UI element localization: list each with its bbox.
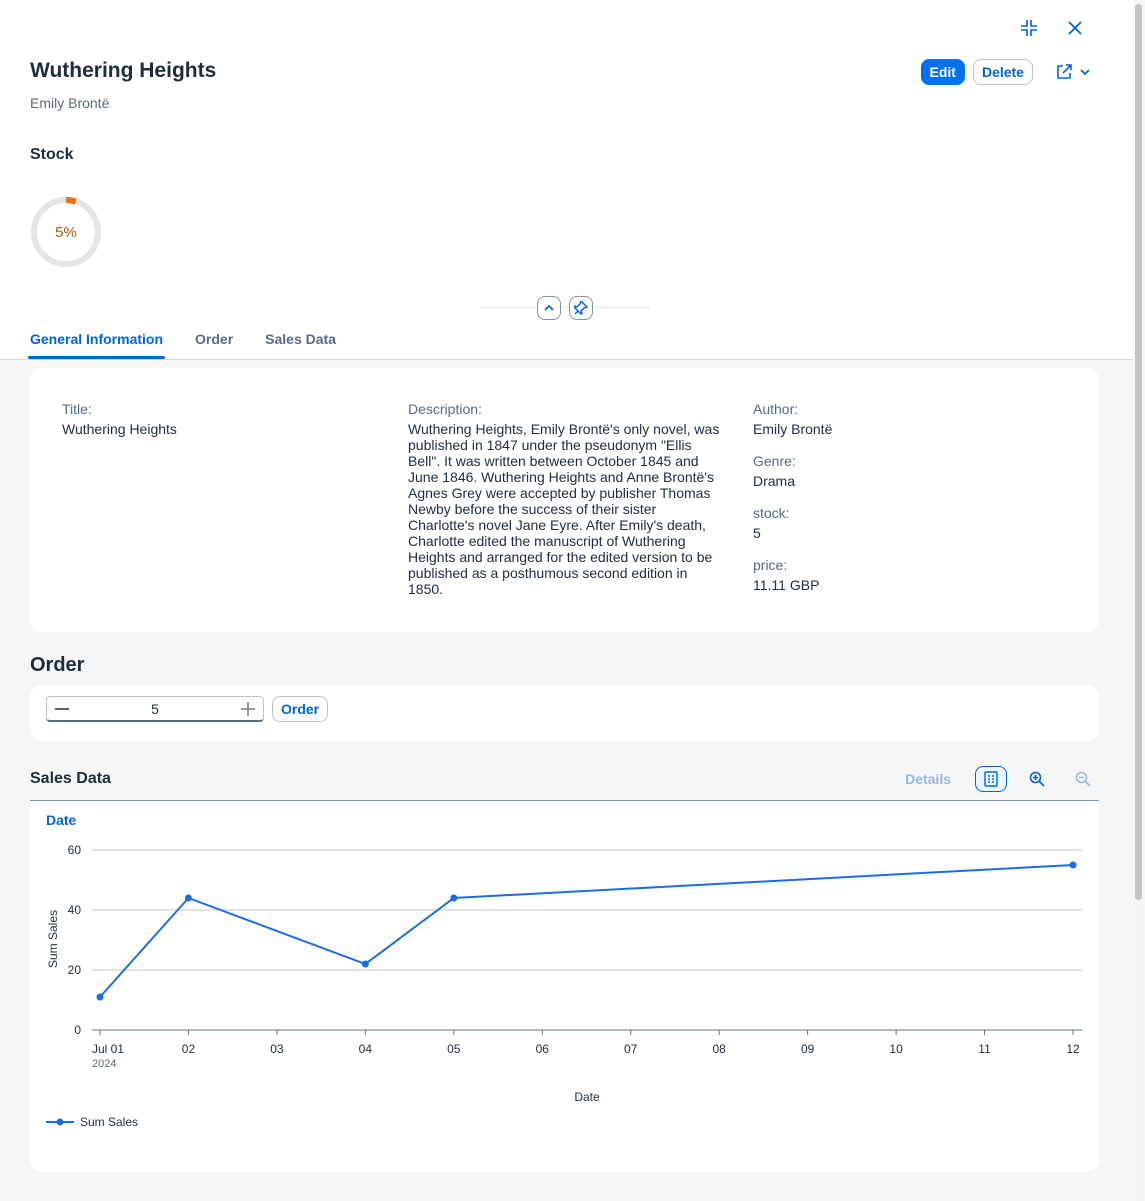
close-icon[interactable] <box>1063 16 1087 40</box>
y-tick-label: 20 <box>68 963 82 977</box>
sales-data-title: Sales Data <box>30 770 111 787</box>
sales-chart-card: Date 0 20 40 60 Jul 01 02 03 04 05 06 07 08 09 10 11 12… <box>30 801 1099 1172</box>
author-value: Emily Brontë <box>753 421 833 437</box>
x-tick-label: 09 <box>801 1042 815 1056</box>
title-field: Title: Wuthering Heights <box>62 401 177 437</box>
x-tick-label: 05 <box>447 1042 461 1056</box>
x-tick-label: 08 <box>713 1042 727 1056</box>
stock-field: stock: 5 <box>753 505 790 541</box>
general-information-card: Title: Wuthering Heights Description: Wu… <box>30 368 1099 632</box>
author-field: Author: Emily Brontë <box>753 401 832 437</box>
zoom-in-icon <box>1029 771 1045 787</box>
price-label: price: <box>753 557 788 573</box>
zoom-out-icon <box>1075 771 1091 787</box>
x-tick-label: 04 <box>359 1042 373 1056</box>
stock-value: 5 <box>753 525 761 541</box>
collapse-header-button[interactable] <box>537 296 561 320</box>
sales-line-chart: 0 20 40 60 Jul 01 02 03 04 05 06 07 08 09 10 11 12 2024 D… <box>46 843 1082 1129</box>
header-collapse-bar <box>480 295 650 320</box>
x-axis-title: Date <box>574 1090 600 1104</box>
delete-button[interactable]: Delete <box>972 59 1033 85</box>
data-point <box>96 993 104 1001</box>
stock-heading: Stock <box>30 146 74 163</box>
x-tick-label: 02 <box>182 1042 196 1056</box>
data-point <box>1069 861 1077 869</box>
minus-icon <box>55 707 69 710</box>
header-actions: Edit Delete <box>920 59 1091 85</box>
x-tick-label: Jul 01 <box>92 1042 124 1056</box>
legend-label: Sum Sales <box>80 1115 138 1129</box>
exit-fullscreen-icon[interactable] <box>1017 16 1041 40</box>
stock-label: stock: <box>753 505 790 521</box>
zoom-out-button[interactable] <box>1067 766 1099 792</box>
x-tick-label: 10 <box>889 1042 903 1056</box>
price-field: price: 11.11 GBP <box>753 557 819 593</box>
x-tick-label: 12 <box>1066 1042 1080 1056</box>
tab-sales-data[interactable]: Sales Data <box>265 331 336 357</box>
description-field: Description: Wuthering Heights, Emily Br… <box>408 401 720 597</box>
table-view-button[interactable] <box>975 766 1007 792</box>
y-tick-label: 60 <box>68 843 82 857</box>
increment-button[interactable] <box>233 697 263 721</box>
x-tick-label: 07 <box>624 1042 638 1056</box>
share-menu-button[interactable] <box>1055 63 1091 81</box>
description-label: Description: <box>408 401 482 417</box>
price-value: 11.11 GBP <box>753 577 820 593</box>
order-section-title: Order <box>30 654 85 676</box>
description-value: Wuthering Heights, Emily Brontë's only n… <box>408 421 720 597</box>
stock-percent-label: 5% <box>55 223 77 241</box>
genre-value: Drama <box>753 473 796 489</box>
details-button[interactable]: Details <box>905 771 951 787</box>
table-view-icon <box>984 771 998 787</box>
legend-marker <box>56 1118 64 1126</box>
page-subtitle: Emily Brontë <box>30 95 110 111</box>
y-tick-label: 40 <box>68 903 82 917</box>
header-toolbar <box>1017 16 1087 40</box>
sales-data-header: Sales Data Details <box>30 764 1099 801</box>
tab-order[interactable]: Order <box>195 331 233 357</box>
x-tick-label: 11 <box>978 1042 991 1056</box>
quantity-input[interactable]: 5 <box>77 701 233 717</box>
zoom-in-button[interactable] <box>1021 766 1053 792</box>
y-tick-label: 0 <box>74 1023 81 1037</box>
title-label: Title: <box>62 401 92 417</box>
chart-toolbar: Details <box>905 766 1099 792</box>
page-scrollbar[interactable] <box>1133 0 1143 1201</box>
x-tick-year-label: 2024 <box>92 1058 116 1070</box>
data-point <box>450 894 458 902</box>
collapse-up-icon <box>544 304 554 311</box>
author-label: Author: <box>753 401 799 417</box>
scrollbar-thumb[interactable] <box>1135 4 1142 900</box>
edit-button[interactable]: Edit <box>920 59 965 85</box>
tab-bar: General Information Order Sales Data <box>27 331 336 359</box>
share-icon <box>1057 64 1072 79</box>
plus-icon <box>241 701 255 716</box>
y-axis-title: Sum Sales <box>46 910 60 968</box>
x-tick-label: 06 <box>536 1042 550 1056</box>
data-point <box>361 960 369 968</box>
genre-label: Genre: <box>753 453 796 469</box>
tab-general-information[interactable]: General Information <box>27 331 166 359</box>
series-line <box>99 864 1074 998</box>
data-point <box>184 894 192 902</box>
title-value: Wuthering Heights <box>62 421 177 437</box>
pin-header-button[interactable] <box>569 296 593 320</box>
order-card: 5 Order <box>30 685 1099 741</box>
genre-field: Genre: Drama <box>753 453 796 489</box>
object-page-header: Wuthering Heights Emily Brontë Edit Dele… <box>0 0 1133 360</box>
chevron-down-icon <box>1080 69 1090 76</box>
order-button[interactable]: Order <box>272 696 329 722</box>
quantity-stepper[interactable]: 5 <box>46 696 264 722</box>
x-tick-label: 03 <box>270 1042 284 1056</box>
pin-icon <box>574 301 588 315</box>
decrement-button[interactable] <box>47 697 77 721</box>
page-title: Wuthering Heights <box>30 59 217 82</box>
